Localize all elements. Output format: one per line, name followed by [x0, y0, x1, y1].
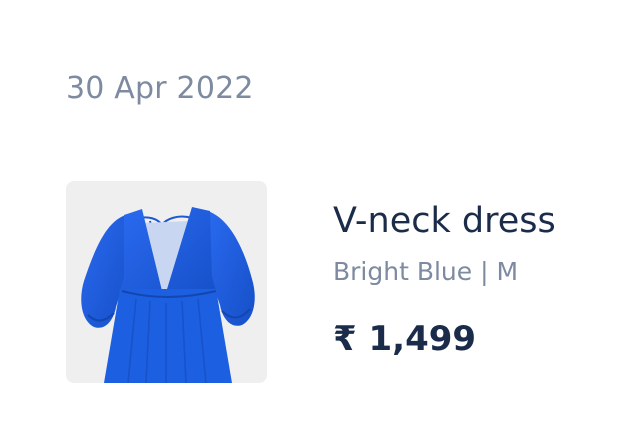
product-price: ₹ 1,499 — [333, 319, 477, 359]
product-image[interactable] — [66, 181, 267, 383]
product-name[interactable]: V-neck dress — [333, 199, 603, 243]
product-info: V-neck dress Bright Blue | M ₹ 1,499 — [333, 199, 603, 360]
product-card[interactable]: V-neck dress Bright Blue | M ₹ 1,499 — [66, 181, 596, 383]
dress-image-icon — [81, 207, 255, 383]
product-variant: Bright Blue | M — [333, 257, 519, 286]
order-date: 30 Apr 2022 — [66, 71, 254, 106]
